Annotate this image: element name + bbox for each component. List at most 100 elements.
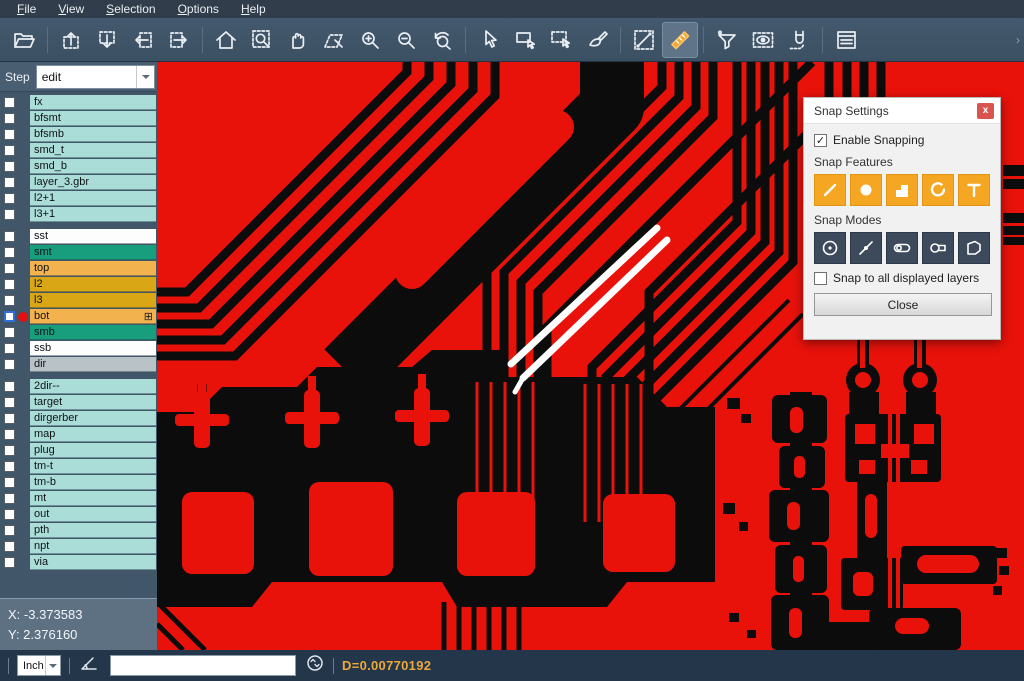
- snap-mode-slot-left-button[interactable]: [922, 232, 954, 264]
- select-rectangle-button[interactable]: [507, 22, 543, 58]
- zoom-window-button[interactable]: [244, 22, 280, 58]
- import-top-button[interactable]: [53, 22, 89, 58]
- zoom-in-button[interactable]: [352, 22, 388, 58]
- layer-visibility-checkbox[interactable]: [4, 381, 15, 392]
- layer-visibility-checkbox[interactable]: [4, 295, 15, 306]
- dialog-title-bar[interactable]: Snap Settings x: [804, 98, 1000, 124]
- measure-distance-button[interactable]: [626, 22, 662, 58]
- menu-selection[interactable]: Selection: [95, 0, 166, 18]
- zoom-out-button[interactable]: [388, 22, 424, 58]
- layer-visibility-checkbox[interactable]: [4, 129, 15, 140]
- import-right-button[interactable]: [161, 22, 197, 58]
- layer-label[interactable]: fx ⊞: [30, 95, 156, 110]
- layer-label[interactable]: via ⊞: [30, 555, 156, 570]
- layer-visibility-checkbox[interactable]: [4, 413, 15, 424]
- layer-visibility-checkbox[interactable]: [4, 541, 15, 552]
- layer-label[interactable]: npt ⊞: [30, 539, 156, 554]
- layer-label[interactable]: layer_3.gbr ⊞: [30, 175, 156, 190]
- layer-visibility-checkbox[interactable]: [4, 445, 15, 456]
- menu-options[interactable]: Options: [167, 0, 230, 18]
- select-button[interactable]: [471, 22, 507, 58]
- layer-visibility-checkbox[interactable]: [4, 177, 15, 188]
- layer-label[interactable]: bfsmt ⊞: [30, 111, 156, 126]
- layer-visibility-checkbox[interactable]: [4, 161, 15, 172]
- snap-mode-contour-button[interactable]: [958, 232, 990, 264]
- snap-mode-midpoint-button[interactable]: [850, 232, 882, 264]
- clean-button[interactable]: [579, 22, 615, 58]
- layer-label[interactable]: l3 ⊞: [30, 293, 156, 308]
- layer-label[interactable]: top ⊞: [30, 261, 156, 276]
- layer-label[interactable]: dir ⊞: [30, 357, 156, 372]
- menu-file[interactable]: File: [6, 0, 47, 18]
- snap-all-layers-checkbox[interactable]: [814, 272, 827, 285]
- snap-button[interactable]: [781, 22, 817, 58]
- import-left-button[interactable]: [125, 22, 161, 58]
- layer-label[interactable]: smt ⊞: [30, 245, 156, 260]
- layer-label[interactable]: smd_t ⊞: [30, 143, 156, 158]
- snap-feature-line-button[interactable]: [814, 174, 846, 206]
- sync-button[interactable]: [305, 653, 325, 678]
- layer-label[interactable]: dirgerber ⊞: [30, 411, 156, 426]
- layer-label[interactable]: bfsmb ⊞: [30, 127, 156, 142]
- step-dropdown[interactable]: edit: [36, 65, 155, 89]
- report-button[interactable]: [828, 22, 864, 58]
- command-input[interactable]: [110, 655, 296, 676]
- layer-visibility-checkbox[interactable]: [4, 493, 15, 504]
- filter-button[interactable]: [709, 22, 745, 58]
- snap-feature-pad-button[interactable]: [850, 174, 882, 206]
- layer-visibility-checkbox[interactable]: [4, 113, 15, 124]
- pan-button[interactable]: [280, 22, 316, 58]
- zoom-previous-button[interactable]: [424, 22, 460, 58]
- layer-label[interactable]: l2+1 ⊞: [30, 191, 156, 206]
- layer-label[interactable]: smb ⊞: [30, 325, 156, 340]
- layer-visibility-checkbox[interactable]: [4, 343, 15, 354]
- layer-visibility-checkbox[interactable]: [4, 461, 15, 472]
- layer-visibility-checkbox[interactable]: [4, 429, 15, 440]
- select-lasso-button[interactable]: [543, 22, 579, 58]
- step-dropdown-button[interactable]: [136, 66, 154, 88]
- import-bottom-button[interactable]: [89, 22, 125, 58]
- view-options-button[interactable]: [745, 22, 781, 58]
- layer-visibility-checkbox[interactable]: [4, 327, 15, 338]
- unit-dropdown[interactable]: Inch: [17, 655, 61, 676]
- layer-label[interactable]: tm-b ⊞: [30, 475, 156, 490]
- layer-visibility-checkbox[interactable]: [4, 193, 15, 204]
- layer-label[interactable]: plug ⊞: [30, 443, 156, 458]
- layer-visibility-checkbox[interactable]: [4, 311, 15, 322]
- layer-label[interactable]: ssb ⊞: [30, 341, 156, 356]
- layer-visibility-checkbox[interactable]: [4, 525, 15, 536]
- layer-label[interactable]: sst ⊞: [30, 229, 156, 244]
- menu-help[interactable]: Help: [230, 0, 277, 18]
- layer-label[interactable]: out ⊞: [30, 507, 156, 522]
- layer-label[interactable]: mt ⊞: [30, 491, 156, 506]
- layer-label[interactable]: smd_b ⊞: [30, 159, 156, 174]
- layer-label[interactable]: 2dir-- ⊞: [30, 379, 156, 394]
- layer-visibility-checkbox[interactable]: [4, 359, 15, 370]
- layer-visibility-checkbox[interactable]: [4, 509, 15, 520]
- angle-mode-button[interactable]: [78, 652, 100, 679]
- layer-label[interactable]: map ⊞: [30, 427, 156, 442]
- snap-mode-center-button[interactable]: [814, 232, 846, 264]
- toolbar-overflow-chevron[interactable]: ›: [1016, 33, 1020, 47]
- snap-mode-slot-right-button[interactable]: [886, 232, 918, 264]
- enable-snapping-checkbox[interactable]: [814, 134, 827, 147]
- menu-view[interactable]: View: [47, 0, 95, 18]
- layer-label[interactable]: l2 ⊞: [30, 277, 156, 292]
- unit-dropdown-button[interactable]: [45, 656, 60, 675]
- layer-visibility-checkbox[interactable]: [4, 209, 15, 220]
- snap-feature-surface-button[interactable]: [886, 174, 918, 206]
- layer-label[interactable]: tm-t ⊞: [30, 459, 156, 474]
- layer-label[interactable]: l3+1 ⊞: [30, 207, 156, 222]
- layer-label[interactable]: target ⊞: [30, 395, 156, 410]
- layer-label[interactable]: pth ⊞: [30, 523, 156, 538]
- layer-visibility-checkbox[interactable]: [4, 397, 15, 408]
- layer-visibility-checkbox[interactable]: [4, 231, 15, 242]
- dialog-close-icon[interactable]: x: [977, 103, 994, 119]
- close-button[interactable]: Close: [814, 293, 992, 316]
- layer-visibility-checkbox[interactable]: [4, 477, 15, 488]
- zoom-polygon-button[interactable]: [316, 22, 352, 58]
- ruler-button[interactable]: [662, 22, 698, 58]
- layer-visibility-checkbox[interactable]: [4, 263, 15, 274]
- layer-visibility-checkbox[interactable]: [4, 145, 15, 156]
- layer-visibility-checkbox[interactable]: [4, 557, 15, 568]
